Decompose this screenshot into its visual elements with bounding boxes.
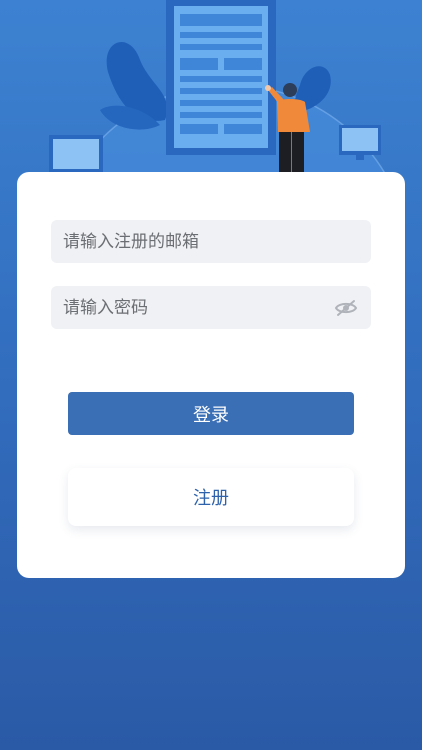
- login-button[interactable]: 登录: [68, 392, 354, 435]
- email-input[interactable]: [63, 231, 359, 252]
- password-input[interactable]: [63, 297, 333, 318]
- register-button[interactable]: 注册: [68, 468, 354, 526]
- password-field[interactable]: [51, 286, 371, 329]
- login-card: 登录 注册: [17, 172, 405, 578]
- hero-illustration-svg: [49, 0, 411, 446]
- eye-off-icon-svg: [334, 299, 358, 316]
- email-field[interactable]: [51, 220, 371, 263]
- eye-off-icon[interactable]: [333, 297, 359, 319]
- hero-illustration: [0, 0, 422, 446]
